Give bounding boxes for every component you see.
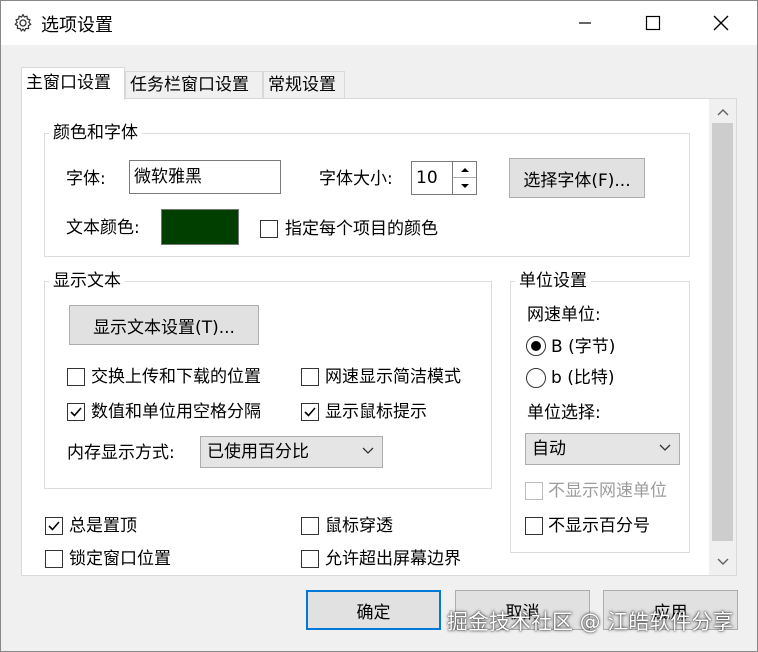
title-bar: 选项设置	[1, 1, 757, 45]
chevron-down-icon	[659, 444, 671, 451]
chevron-up-icon	[717, 109, 728, 116]
tab-main-window[interactable]: 主窗口设置	[21, 67, 125, 100]
scroll-up-button[interactable]	[709, 101, 736, 123]
speed-simple-checkbox[interactable]	[301, 368, 319, 386]
lock-position-label: 锁定窗口位置	[69, 549, 171, 569]
text-color-label: 文本颜色:	[66, 218, 140, 238]
hide-speed-unit-label: 不显示网速单位	[548, 481, 667, 501]
mouse-tips-label: 显示鼠标提示	[325, 402, 427, 422]
allow-offscreen-label: 允许超出屏幕边界	[325, 549, 461, 569]
speed-simple-label: 网速显示简洁模式	[325, 367, 461, 387]
font-size-field[interactable]: 10	[411, 161, 453, 195]
chevron-down-icon	[717, 558, 728, 565]
text-color-swatch[interactable]	[161, 209, 239, 245]
checkmark-icon	[70, 407, 82, 417]
vertical-scrollbar[interactable]	[709, 99, 736, 575]
display-text-settings-button[interactable]: 显示文本设置(T)...	[69, 305, 259, 345]
unit-byte-radio[interactable]	[526, 336, 546, 356]
close-button[interactable]	[687, 1, 755, 45]
radio-dot	[531, 341, 541, 351]
hide-speed-unit-checkbox[interactable]	[525, 482, 543, 500]
space-separate-label: 数值和单位用空格分隔	[91, 402, 261, 422]
mouse-through-label: 鼠标穿透	[325, 516, 393, 536]
unit-bit-label: b (比特)	[551, 368, 615, 388]
checkmark-icon	[48, 521, 60, 531]
per-item-color-checkbox[interactable]	[260, 220, 278, 238]
display-text-group-title: 显示文本	[49, 271, 125, 291]
watermark-text: 掘金技术社区 @ 江皓软件分享	[447, 610, 734, 634]
scroll-thumb[interactable]	[712, 123, 733, 541]
tab-general[interactable]: 常规设置	[263, 71, 345, 99]
font-label: 字体:	[66, 169, 106, 189]
minimize-button[interactable]	[551, 1, 619, 45]
font-name-field[interactable]: 微软雅黑	[129, 160, 281, 194]
mouse-tips-checkbox[interactable]	[301, 403, 319, 421]
maximize-button[interactable]	[619, 1, 687, 45]
color-font-group-title: 颜色和字体	[49, 123, 142, 143]
always-on-top-label: 总是置顶	[69, 516, 137, 536]
swap-up-down-checkbox[interactable]	[67, 368, 85, 386]
hide-percent-label: 不显示百分号	[548, 516, 650, 536]
triangle-up-icon	[460, 167, 469, 172]
font-size-down-button[interactable]	[453, 178, 476, 194]
chevron-down-icon	[362, 447, 374, 454]
scroll-down-button[interactable]	[709, 551, 736, 573]
speed-unit-label: 网速单位:	[527, 305, 601, 325]
font-size-label: 字体大小:	[319, 169, 393, 189]
maximize-icon	[645, 15, 661, 31]
memory-mode-label: 内存显示方式:	[67, 443, 175, 463]
unit-select-label: 单位选择:	[527, 403, 601, 423]
per-item-color-label: 指定每个项目的颜色	[285, 219, 438, 239]
close-icon	[713, 15, 729, 31]
ok-button[interactable]: 确定	[306, 590, 441, 630]
checkmark-icon	[304, 407, 316, 417]
hide-percent-checkbox[interactable]	[525, 517, 543, 535]
triangle-down-icon	[460, 184, 469, 188]
always-on-top-checkbox[interactable]	[45, 517, 63, 535]
unit-bit-radio[interactable]	[526, 368, 546, 388]
choose-font-button[interactable]: 选择字体(F)...	[509, 158, 645, 198]
font-size-stepper	[453, 161, 477, 195]
options-dialog: 选项设置 主窗口设置 任务栏窗口设置 常规设置 颜色和字体 字体: 微软雅黑 字…	[0, 0, 758, 652]
window-title: 选项设置	[41, 15, 113, 36]
space-separate-checkbox[interactable]	[67, 403, 85, 421]
minimize-icon	[579, 22, 591, 24]
unit-byte-label: B (字节)	[551, 337, 616, 357]
gear-icon	[13, 13, 33, 33]
allow-offscreen-checkbox[interactable]	[301, 550, 319, 568]
lock-position-checkbox[interactable]	[45, 550, 63, 568]
memory-mode-select[interactable]: 已使用百分比	[200, 436, 383, 468]
unit-select[interactable]: 自动	[525, 433, 680, 465]
swap-up-down-label: 交换上传和下载的位置	[91, 367, 261, 387]
mouse-through-checkbox[interactable]	[301, 517, 319, 535]
font-size-up-button[interactable]	[453, 162, 476, 178]
unit-group-title: 单位设置	[515, 271, 591, 291]
tab-taskbar-window[interactable]: 任务栏窗口设置	[125, 71, 263, 99]
